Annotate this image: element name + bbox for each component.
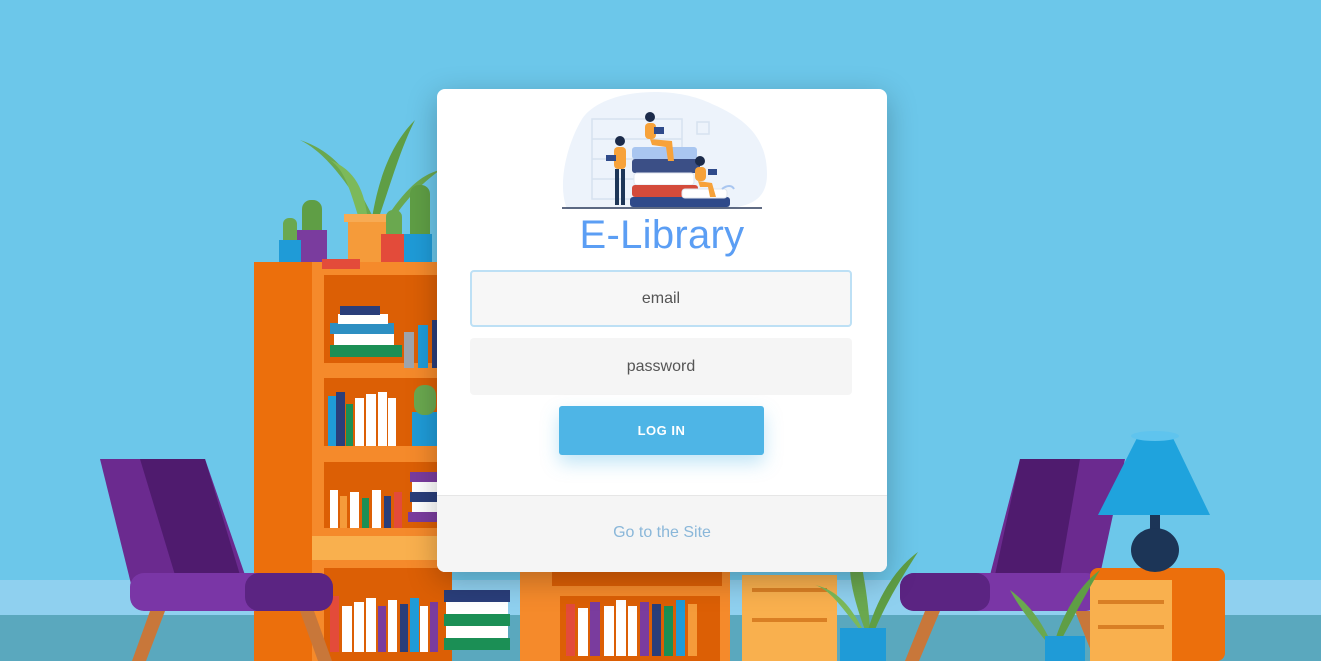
login-card: E-Library LOG IN Go to the Site [437,89,887,572]
login-button[interactable]: LOG IN [559,406,764,455]
library-illustration-icon [562,92,767,209]
card-footer: Go to the Site [437,495,887,572]
site-title: E-Library [579,213,745,257]
plant-group-left [279,120,440,264]
go-to-site-link[interactable]: Go to the Site [437,524,887,542]
bookcase-center [520,560,837,661]
password-field[interactable] [470,338,852,395]
email-field[interactable] [470,270,852,327]
